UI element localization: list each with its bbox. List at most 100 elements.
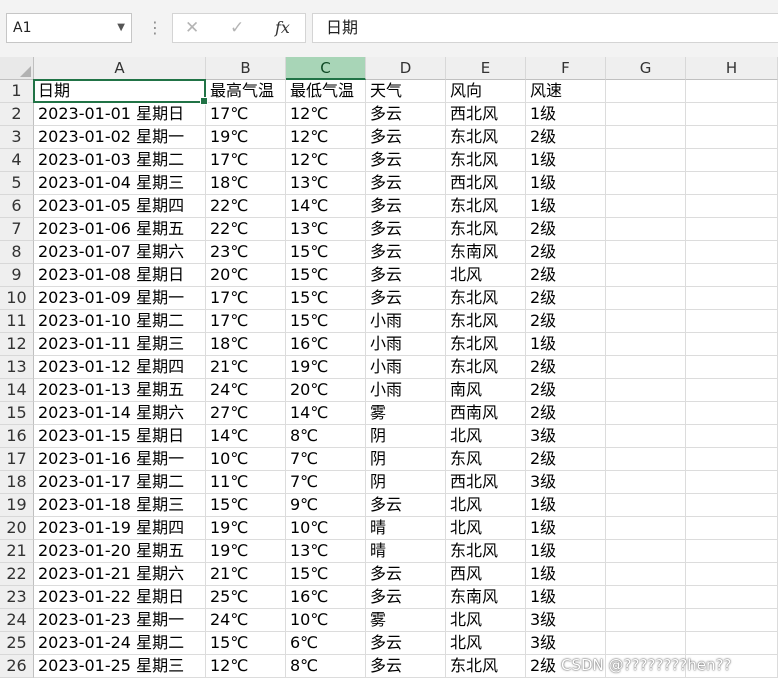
cell-c8[interactable]: 15℃ [286,241,366,264]
cell-a25[interactable]: 2023-01-24 星期二 [34,632,206,655]
cell-e20[interactable]: 北风 [446,517,526,540]
cell-g18[interactable] [606,471,686,494]
cell-g21[interactable] [606,540,686,563]
row-header-12[interactable]: 12 [0,333,34,356]
cell-a19[interactable]: 2023-01-18 星期三 [34,494,206,517]
cell-h17[interactable] [686,448,778,471]
cell-e1[interactable]: 风向 [446,80,526,103]
cell-g1[interactable] [606,80,686,103]
cell-a4[interactable]: 2023-01-03 星期二 [34,149,206,172]
cell-d8[interactable]: 多云 [366,241,446,264]
cell-b15[interactable]: 27℃ [206,402,286,425]
cell-a15[interactable]: 2023-01-14 星期六 [34,402,206,425]
cell-h14[interactable] [686,379,778,402]
cell-c19[interactable]: 9℃ [286,494,366,517]
cell-g10[interactable] [606,287,686,310]
cell-a11[interactable]: 2023-01-10 星期二 [34,310,206,333]
cell-b23[interactable]: 25℃ [206,586,286,609]
cell-f10[interactable]: 2级 [526,287,606,310]
cell-f12[interactable]: 1级 [526,333,606,356]
cell-b13[interactable]: 21℃ [206,356,286,379]
cell-e14[interactable]: 南风 [446,379,526,402]
row-header-17[interactable]: 17 [0,448,34,471]
cell-c12[interactable]: 16℃ [286,333,366,356]
cell-e4[interactable]: 东北风 [446,149,526,172]
cell-d16[interactable]: 阴 [366,425,446,448]
cell-b10[interactable]: 17℃ [206,287,286,310]
cell-f7[interactable]: 2级 [526,218,606,241]
cell-a3[interactable]: 2023-01-02 星期一 [34,126,206,149]
cell-a1[interactable]: 日期 [34,80,206,103]
cell-g8[interactable] [606,241,686,264]
cell-f14[interactable]: 2级 [526,379,606,402]
cell-g9[interactable] [606,264,686,287]
cell-f9[interactable]: 2级 [526,264,606,287]
cell-b17[interactable]: 10℃ [206,448,286,471]
cell-g13[interactable] [606,356,686,379]
cell-e17[interactable]: 东风 [446,448,526,471]
cell-d7[interactable]: 多云 [366,218,446,241]
cell-c23[interactable]: 16℃ [286,586,366,609]
cell-d19[interactable]: 多云 [366,494,446,517]
cell-c2[interactable]: 12℃ [286,103,366,126]
cell-a16[interactable]: 2023-01-15 星期日 [34,425,206,448]
cell-b5[interactable]: 18℃ [206,172,286,195]
cell-b25[interactable]: 15℃ [206,632,286,655]
cell-g22[interactable] [606,563,686,586]
column-header-c[interactable]: C [286,57,366,80]
row-header-2[interactable]: 2 [0,103,34,126]
cell-d23[interactable]: 多云 [366,586,446,609]
cell-e25[interactable]: 北风 [446,632,526,655]
more-options-icon[interactable]: ⋮ [147,14,163,42]
cell-g15[interactable] [606,402,686,425]
cell-h4[interactable] [686,149,778,172]
row-header-10[interactable]: 10 [0,287,34,310]
cell-g20[interactable] [606,517,686,540]
cancel-icon[interactable]: ✕ [185,14,199,42]
select-all-button[interactable] [0,57,34,80]
row-header-8[interactable]: 8 [0,241,34,264]
row-header-1[interactable]: 1 [0,80,34,103]
cell-e23[interactable]: 东南风 [446,586,526,609]
cell-b22[interactable]: 21℃ [206,563,286,586]
row-header-20[interactable]: 20 [0,517,34,540]
cell-d1[interactable]: 天气 [366,80,446,103]
cell-f16[interactable]: 3级 [526,425,606,448]
cell-e8[interactable]: 东南风 [446,241,526,264]
cell-b14[interactable]: 24℃ [206,379,286,402]
cell-h9[interactable] [686,264,778,287]
cell-a5[interactable]: 2023-01-04 星期三 [34,172,206,195]
cell-d4[interactable]: 多云 [366,149,446,172]
cell-c3[interactable]: 12℃ [286,126,366,149]
column-header-g[interactable]: G [606,57,686,80]
cell-g11[interactable] [606,310,686,333]
cell-g12[interactable] [606,333,686,356]
cell-d15[interactable]: 雾 [366,402,446,425]
cell-h25[interactable] [686,632,778,655]
cell-d24[interactable]: 雾 [366,609,446,632]
cell-d17[interactable]: 阴 [366,448,446,471]
cell-d5[interactable]: 多云 [366,172,446,195]
cell-c10[interactable]: 15℃ [286,287,366,310]
cell-h10[interactable] [686,287,778,310]
cell-f11[interactable]: 2级 [526,310,606,333]
cell-e2[interactable]: 西北风 [446,103,526,126]
cell-b11[interactable]: 17℃ [206,310,286,333]
cell-c18[interactable]: 7℃ [286,471,366,494]
row-header-6[interactable]: 6 [0,195,34,218]
cell-f15[interactable]: 2级 [526,402,606,425]
cell-c4[interactable]: 12℃ [286,149,366,172]
cell-b4[interactable]: 17℃ [206,149,286,172]
cell-d2[interactable]: 多云 [366,103,446,126]
cell-h15[interactable] [686,402,778,425]
cell-d11[interactable]: 小雨 [366,310,446,333]
cell-f8[interactable]: 2级 [526,241,606,264]
cell-b16[interactable]: 14℃ [206,425,286,448]
cell-h21[interactable] [686,540,778,563]
cell-d21[interactable]: 晴 [366,540,446,563]
cell-a13[interactable]: 2023-01-12 星期四 [34,356,206,379]
cell-a26[interactable]: 2023-01-25 星期三 [34,655,206,678]
cell-h12[interactable] [686,333,778,356]
cell-f21[interactable]: 1级 [526,540,606,563]
row-header-19[interactable]: 19 [0,494,34,517]
